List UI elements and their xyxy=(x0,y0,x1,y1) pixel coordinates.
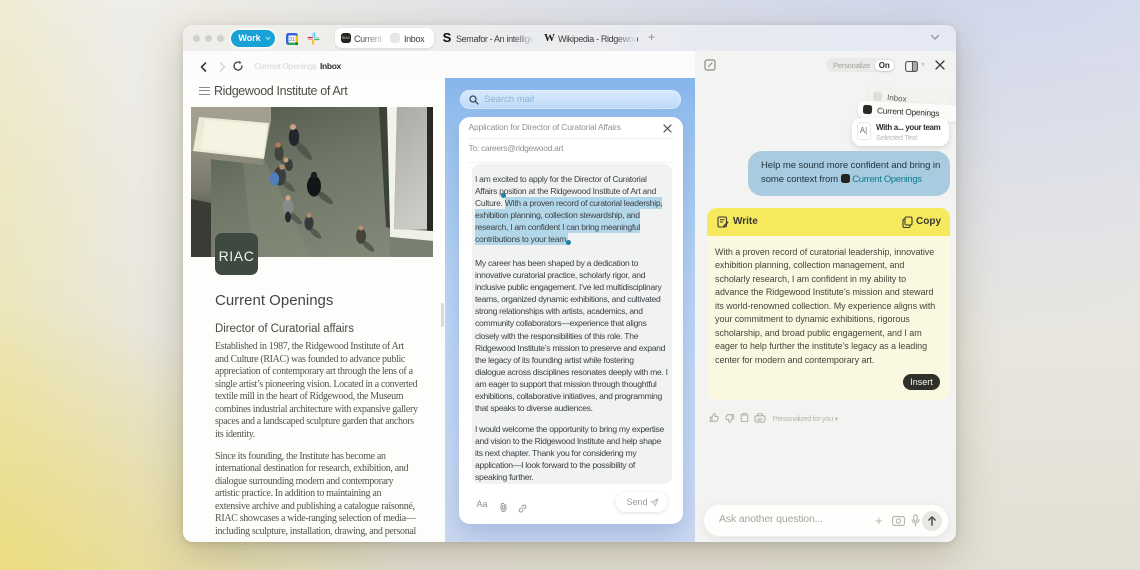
svg-text:31: 31 xyxy=(289,37,295,43)
